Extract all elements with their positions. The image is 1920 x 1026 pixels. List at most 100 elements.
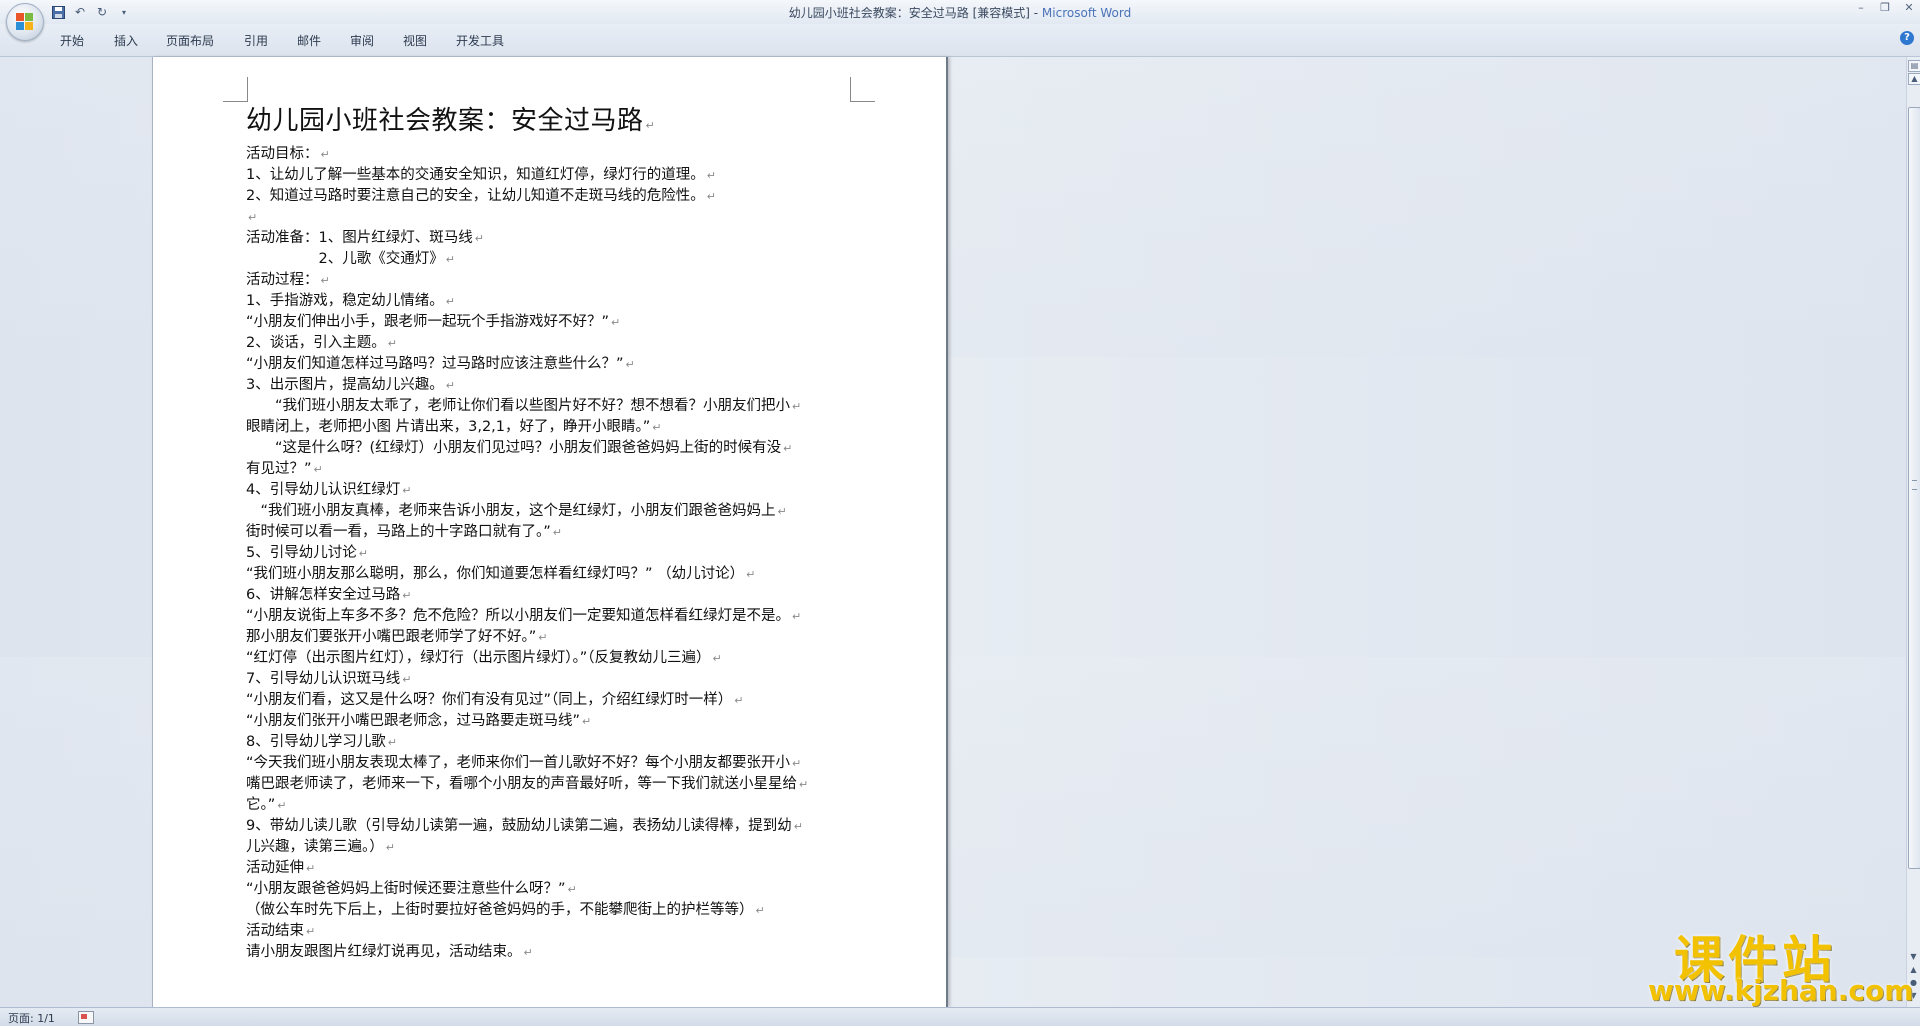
paragraph-mark: ↵	[445, 253, 455, 266]
ruler-toggle: ▤ ▲	[1908, 60, 1920, 96]
paragraph-mark: ↵	[313, 463, 323, 476]
paragraph-text: “我们班小朋友那么聪明，那么，你们知道要怎样看红绿灯吗？” （幼儿讨论）	[246, 566, 745, 582]
document-title-text: 幼儿园小班社会教案：安全过马路	[246, 106, 644, 136]
tab-review[interactable]: 审阅	[350, 32, 374, 49]
document-title: 幼儿园小班社会教案：安全过马路 ↵	[246, 104, 836, 143]
paragraph-line: “小朋友们看，这又是什么呀？你们有没有见过”（同上，介绍红绿灯时一样） ↵	[246, 690, 836, 711]
paragraph-mark: ↵	[523, 946, 533, 959]
close-icon[interactable]: ✕	[1902, 1, 1916, 14]
paragraph-mark: ↵	[746, 568, 756, 581]
paragraph-text: “小朋友跟爸爸妈妈上街时候还要注意些什么呀？”	[246, 881, 566, 897]
scroll-up-icon[interactable]: ▲	[1908, 73, 1920, 85]
page-count[interactable]: 页面: 1/1	[8, 1010, 55, 1026]
paragraph-line: 4、引导幼儿认识红绿灯 ↵	[246, 480, 836, 501]
paragraph-mark: ↵	[306, 862, 316, 875]
paragraph-line: 嘴巴跟老师读了，老师来一下，看哪个小朋友的声音最好听，等一下我们就送小星星给 ↵	[246, 774, 836, 795]
tab-view[interactable]: 视图	[403, 32, 427, 49]
paragraph-text: “我们班小朋友真棒，老师来告诉小朋友，这个是红绿灯，小朋友们跟爸爸妈妈上	[246, 503, 776, 519]
paragraph-mark: ↵	[755, 904, 765, 917]
view-ruler-icon[interactable]: ▤	[1908, 60, 1920, 72]
help-icon[interactable]: ?	[1900, 31, 1914, 45]
paragraph-mark: ↵	[306, 925, 316, 938]
paragraph-line: “今天我们班小朋友表现太棒了，老师来你们一首儿歌好不好？每个小朋友都要张开小 ↵	[246, 753, 836, 774]
paragraph-mark: ↵	[402, 484, 412, 497]
window-title: 幼儿园小班社会教案：安全过马路 [兼容模式] - Microsoft Word	[0, 4, 1920, 21]
paragraph-line: 3、出示图片，提高幼儿兴趣。 ↵	[246, 375, 836, 396]
paragraph-text: “我们班小朋友太乖了，老师让你们看以些图片好不好？想不想看？小朋友们把小	[246, 398, 791, 414]
paragraph-line: 7、引导幼儿认识斑马线 ↵	[246, 669, 836, 690]
office-button[interactable]	[6, 3, 44, 41]
paragraph-mark: ↵	[799, 778, 809, 791]
paragraph-mark: ↵	[625, 358, 635, 371]
tab-developer[interactable]: 开发工具	[456, 32, 504, 49]
paragraph-line: （做公车时先下后上，上街时要拉好爸爸妈妈的手，不能攀爬街上的护栏等等） ↵	[246, 900, 836, 921]
paragraph-line: “我们班小朋友那么聪明，那么，你们知道要怎样看红绿灯吗？” （幼儿讨论） ↵	[246, 564, 836, 585]
window-controls: – ❐ ✕	[1854, 1, 1916, 14]
paragraph-mark: ↵	[777, 505, 787, 518]
paragraph-mark: ↵	[445, 379, 455, 392]
tab-references[interactable]: 引用	[244, 32, 268, 49]
tab-insert[interactable]: 插入	[114, 32, 138, 49]
tab-home[interactable]: 开始	[60, 32, 84, 49]
paragraph-mark: ↵	[645, 119, 656, 132]
vertical-scrollbar[interactable]: ▤ ▲ ▼ ▲ ● ▼	[1906, 57, 1920, 1007]
paragraph-mark: ↵	[706, 190, 716, 203]
paragraph-text: 请小朋友跟图片红绿灯说再见，活动结束。	[246, 944, 522, 960]
paragraph-line: 儿兴趣，读第三遍。） ↵	[246, 837, 836, 858]
paragraph-line: “小朋友跟爸爸妈妈上街时候还要注意些什么呀？” ↵	[246, 879, 836, 900]
paragraph-line: 8、引导幼儿学习儿歌 ↵	[246, 732, 836, 753]
paragraph-text: 活动目标：	[246, 146, 319, 162]
document-workspace: 幼儿园小班社会教案：安全过马路 ↵ 活动目标： ↵ 1、让幼儿了解一些基本的交通安全知…	[0, 57, 1906, 1007]
tab-page-layout[interactable]: 页面布局	[166, 32, 214, 49]
paragraph-mark: ↵	[582, 715, 592, 728]
scroll-down-icon[interactable]: ▼	[1908, 951, 1919, 962]
title-bar: ↶ ↻ ▾ 幼儿园小班社会教案：安全过马路 [兼容模式] - Microsoft…	[0, 0, 1920, 41]
crop-mark	[223, 77, 248, 102]
paragraph-line: “小朋友们知道怎样过马路吗？过马路时应该注意些什么？” ↵	[246, 354, 836, 375]
paragraph-line: 活动结束 ↵	[246, 921, 836, 942]
paragraph-line: 它。” ↵	[246, 795, 836, 816]
paragraph-text: “小朋友们张开小嘴巴跟老师念，过马路要走斑马线”	[246, 713, 581, 729]
paragraph-mark: ↵	[387, 736, 397, 749]
watermark-url: www.kjzhan.com	[1648, 974, 1914, 1007]
tab-mailings[interactable]: 邮件	[297, 32, 321, 49]
paragraph-text: 有见过？”	[246, 461, 312, 477]
paragraph-text: 1、手指游戏，稳定幼儿情绪。	[246, 293, 444, 309]
paragraph-mark: ↵	[277, 799, 287, 812]
restore-icon[interactable]: ❐	[1878, 1, 1892, 14]
paragraph-line: 请小朋友跟图片红绿灯说再见，活动结束。 ↵	[246, 942, 836, 963]
paragraph-line: 街时候可以看一看，马路上的十字路口就有了。” ↵	[246, 522, 836, 543]
paragraph-line: 有见过？” ↵	[246, 459, 836, 480]
paragraph-text: “今天我们班小朋友表现太棒了，老师来你们一首儿歌好不好？每个小朋友都要张开小	[246, 755, 791, 771]
paragraph-mark: ↵	[706, 169, 716, 182]
paragraph-line: 1、让幼儿了解一些基本的交通安全知识，知道红灯停，绿灯行的道理。 ↵	[246, 165, 836, 186]
document-body[interactable]: 幼儿园小班社会教案：安全过马路 ↵ 活动目标： ↵ 1、让幼儿了解一些基本的交通安全知…	[246, 104, 836, 963]
paragraph-mark: ↵	[385, 841, 395, 854]
paragraph-line: “小朋友说街上车多不多？危不危险？所以小朋友们一定要知道怎样看红绿灯是不是。 ↵	[246, 606, 836, 627]
paragraph-text: 4、引导幼儿认识红绿灯	[246, 482, 401, 498]
paragraph-text: 1、让幼儿了解一些基本的交通安全知识，知道红灯停，绿灯行的道理。	[246, 167, 705, 183]
paragraph-line: 那小朋友们要张开小嘴巴跟老师学了好不好。” ↵	[246, 627, 836, 648]
paragraph-mark: ↵	[387, 337, 397, 350]
document-page[interactable]: 幼儿园小班社会教案：安全过马路 ↵ 活动目标： ↵ 1、让幼儿了解一些基本的交通安全知…	[152, 57, 948, 1007]
paragraph-text: “小朋友们知道怎样过马路吗？过马路时应该注意些什么？”	[246, 356, 624, 372]
paragraph-mark: ↵	[474, 232, 484, 245]
scroll-thumb[interactable]	[1908, 107, 1920, 869]
paragraph-text: 6、讲解怎样安全过马路	[246, 587, 401, 603]
paragraph-text: “小朋友们伸出小手，跟老师一起玩个手指游戏好不好？”	[246, 314, 610, 330]
paragraph-text: 儿兴趣，读第三遍。）	[246, 839, 384, 855]
paragraph-mark: ↵	[538, 631, 548, 644]
paragraph-line: 2、谈话，引入主题。 ↵	[246, 333, 836, 354]
paragraph-text: “红灯停（出示图片红灯），绿灯行（出示图片绿灯）。”（反复教幼儿三遍）	[246, 650, 711, 666]
paragraph-text: 7、引导幼儿认识斑马线	[246, 671, 401, 687]
minimize-icon[interactable]: –	[1854, 1, 1868, 14]
paragraph-mark: ↵	[567, 883, 577, 896]
paragraph-mark: ↵	[792, 757, 802, 770]
macro-record-icon[interactable]	[78, 1011, 94, 1024]
paragraph-text: 8、引导幼儿学习儿歌	[246, 734, 386, 750]
document-lines: 活动目标： ↵ 1、让幼儿了解一些基本的交通安全知识，知道红灯停，绿灯行的道理。 ↵ 2…	[246, 144, 836, 963]
paragraph-text: 嘴巴跟老师读了，老师来一下，看哪个小朋友的声音最好听，等一下我们就送小星星给	[246, 776, 797, 792]
paragraph-text: 那小朋友们要张开小嘴巴跟老师学了好不好。”	[246, 629, 537, 645]
crop-mark	[850, 77, 875, 102]
paragraph-mark: ↵	[611, 316, 621, 329]
